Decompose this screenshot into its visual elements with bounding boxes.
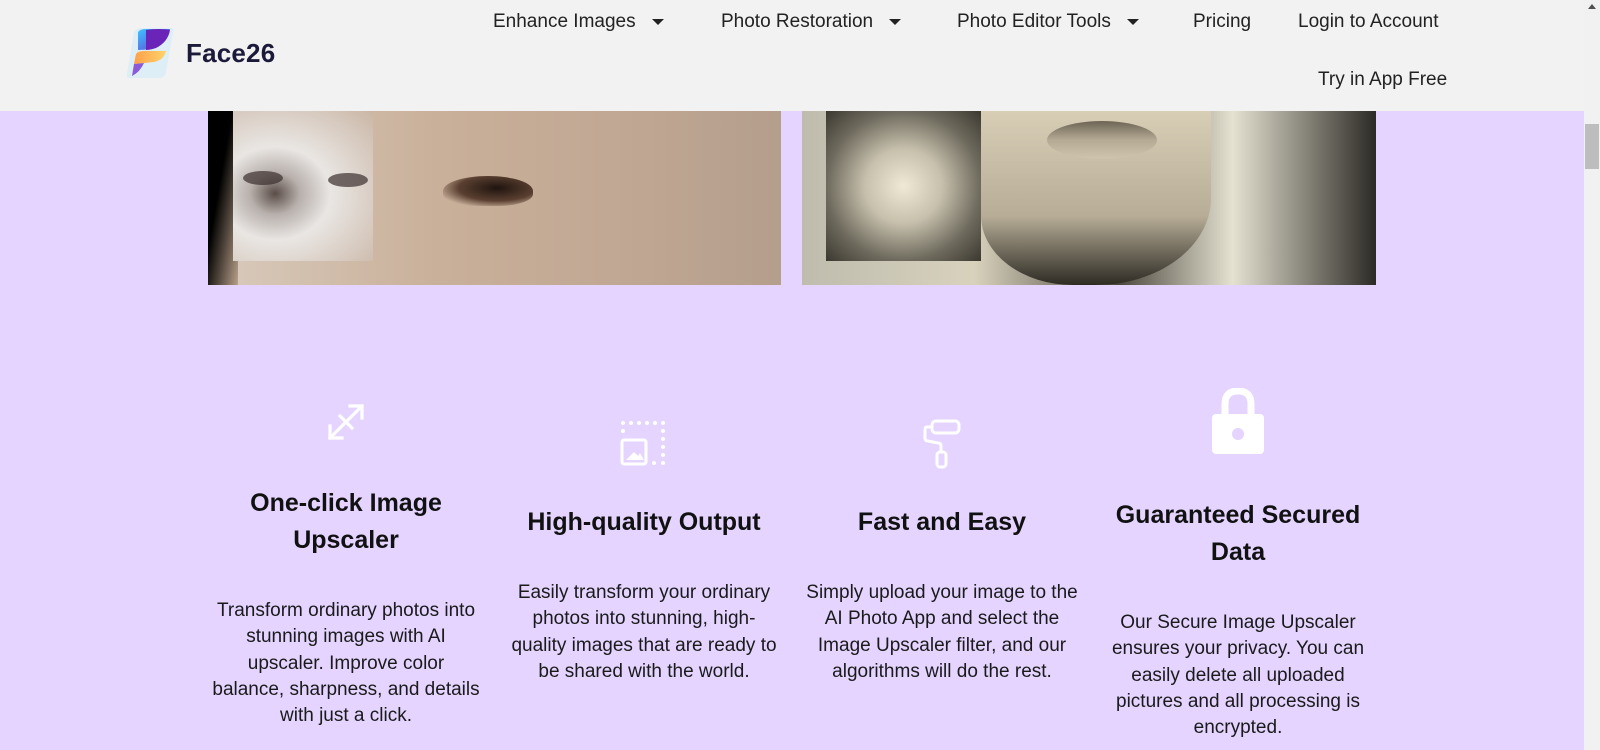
feature-title: Fast and Easy	[857, 508, 1027, 536]
chevron-down-icon	[889, 19, 902, 25]
nav-label: Login to Account	[1298, 11, 1439, 32]
before-inset-eyes	[233, 111, 373, 261]
nav-label: Enhance Images	[493, 11, 636, 32]
feature-title: Guaranteed Secured Data	[1115, 501, 1361, 566]
site-header: Face26 Enhance Images Photo Restoration …	[0, 0, 1584, 111]
comparison-image-left	[208, 111, 781, 285]
feature-fast-and-easy: Fast and Easy Simply upload your image t…	[806, 380, 1078, 740]
nav-label: Pricing	[1193, 11, 1252, 32]
feature-title: One-click Image Upscaler	[250, 489, 442, 554]
image-detail-lips	[1047, 121, 1157, 159]
feature-description: Easily transform your ordinary photos in…	[511, 582, 777, 682]
scrollbar-thumb[interactable]	[1585, 124, 1599, 169]
paint-roller-icon	[923, 419, 961, 469]
brand-name: Face26	[186, 37, 276, 68]
page-scrollbar[interactable]	[1584, 0, 1600, 750]
comparison-image-right	[802, 111, 1376, 285]
feature-title: High-quality Output	[527, 508, 761, 536]
scroll-up-arrow-icon[interactable]	[1588, 4, 1596, 9]
before-inset-portrait	[826, 111, 981, 261]
feature-description: Transform ordinary photos into stunning …	[212, 600, 480, 727]
nav-enhance-images[interactable]: Enhance Images	[493, 11, 664, 33]
nav-photo-editor-tools[interactable]: Photo Editor Tools	[957, 11, 1139, 33]
resize-arrows-icon	[327, 403, 365, 441]
feature-one-click-upscaler: One-click Image Upscaler Transform ordin…	[210, 380, 482, 740]
image-expand-icon	[620, 421, 665, 466]
nav-label: Photo Editor Tools	[957, 11, 1111, 32]
nav-pricing[interactable]: Pricing	[1193, 11, 1251, 33]
feature-description: Our Secure Image Upscaler ensures your p…	[1111, 612, 1365, 739]
nav-try-app-free[interactable]: Try in App Free	[1318, 69, 1447, 91]
chevron-down-icon	[651, 19, 664, 25]
face26-logo-icon	[126, 28, 174, 78]
nav-label: Photo Restoration	[721, 11, 874, 32]
feature-secured-data: Guaranteed Secured Data Our Secure Image…	[1102, 380, 1374, 750]
logo[interactable]: Face26	[124, 26, 275, 80]
feature-description: Simply upload your image to the AI Photo…	[806, 582, 1078, 682]
chevron-down-icon	[1126, 19, 1139, 25]
nav-photo-restoration[interactable]: Photo Restoration	[721, 11, 902, 33]
nav-login[interactable]: Login to Account	[1298, 11, 1439, 33]
image-detail-nose	[443, 176, 533, 206]
nav-label: Try in App Free	[1318, 69, 1448, 90]
feature-high-quality-output: High-quality Output Easily transform you…	[508, 380, 780, 740]
lock-icon	[1212, 388, 1264, 454]
